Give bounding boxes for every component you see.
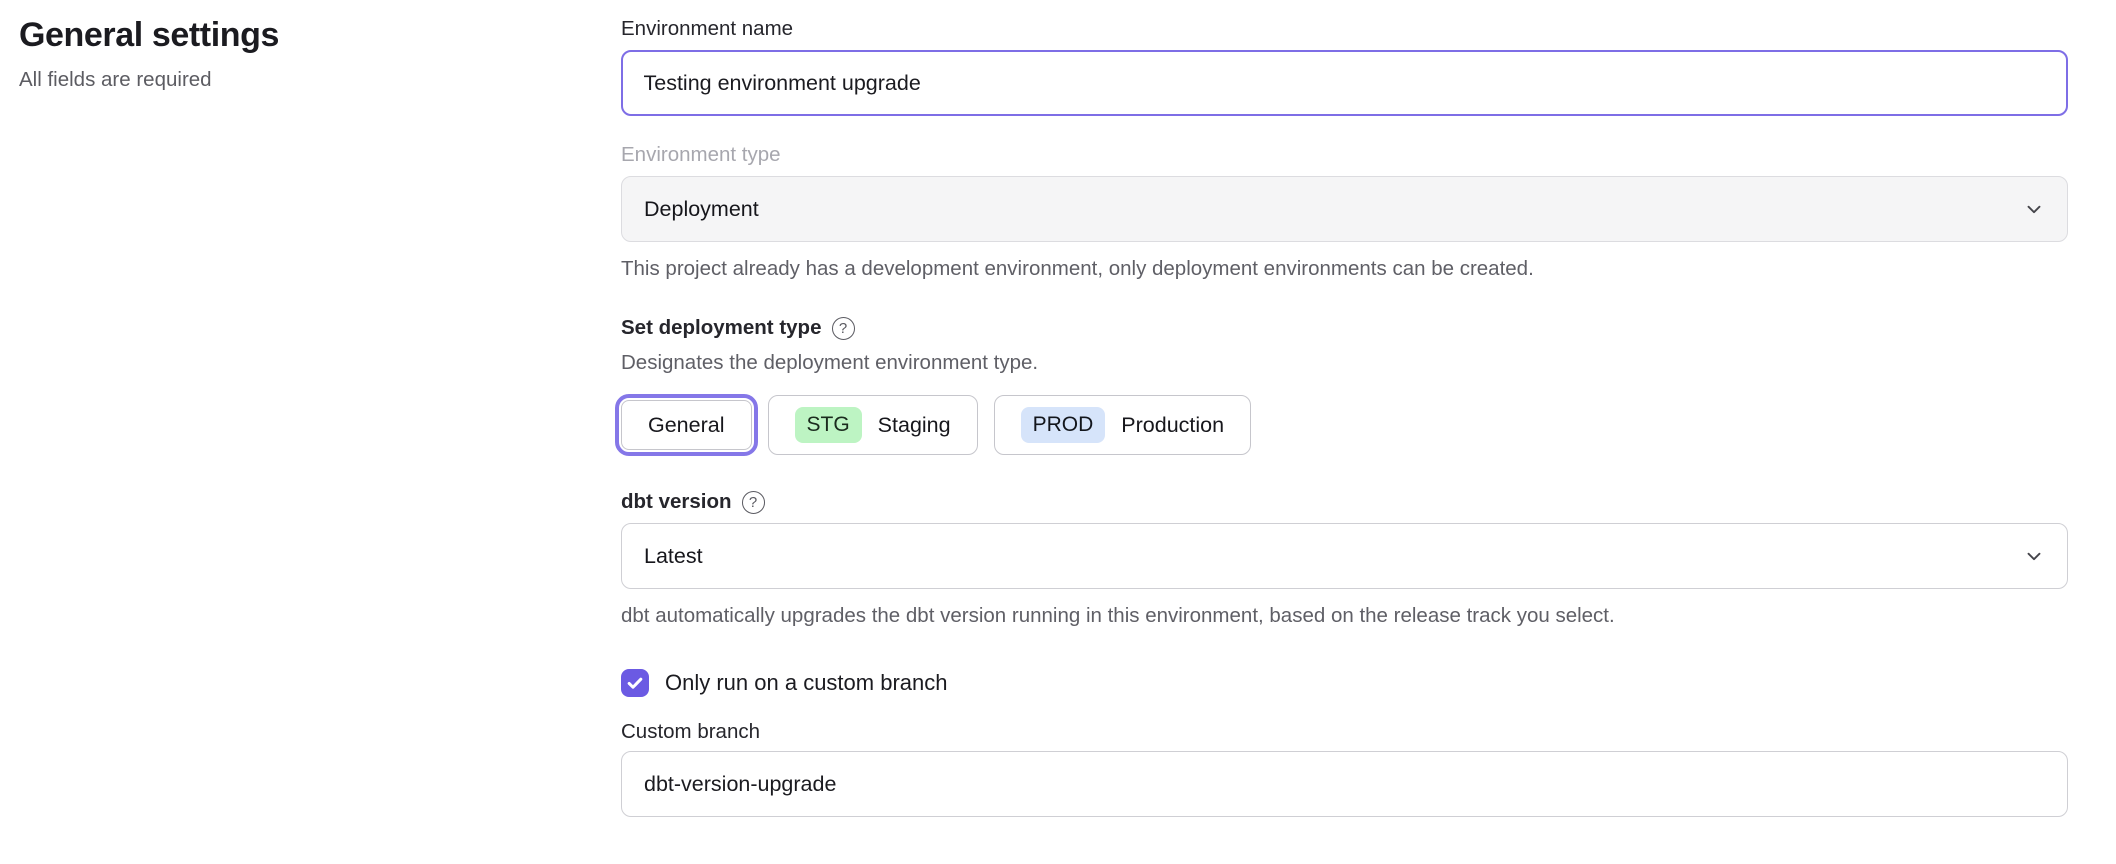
checkmark-icon <box>625 673 645 693</box>
custom-branch-input[interactable] <box>621 751 2068 817</box>
page: General settings All fields are required… <box>0 0 2116 817</box>
environment-name-label: Environment name <box>621 16 2068 42</box>
environment-name-group: Environment name <box>621 16 2068 116</box>
deployment-type-option-general[interactable]: General <box>621 400 752 450</box>
staging-badge: STG <box>795 407 862 443</box>
dbt-version-group: dbt version ? Latest dbt automatically u… <box>621 489 2068 629</box>
custom-branch-toggle-label[interactable]: Only run on a custom branch <box>665 670 947 696</box>
dbt-version-label: dbt version <box>621 489 732 515</box>
deployment-type-helper: Designates the deployment environment ty… <box>621 349 2068 376</box>
help-icon[interactable]: ? <box>832 317 855 340</box>
deployment-type-option-production[interactable]: PROD Production <box>994 395 1251 455</box>
settings-header: General settings All fields are required <box>0 0 621 817</box>
environment-type-helper: This project already has a development e… <box>621 255 2068 282</box>
environment-type-select: Deployment <box>621 176 2068 242</box>
custom-branch-label: Custom branch <box>621 719 2068 745</box>
dbt-version-select[interactable]: Latest <box>621 523 2068 589</box>
environment-type-value: Deployment <box>644 197 759 222</box>
page-title: General settings <box>19 16 621 55</box>
environment-type-label: Environment type <box>621 142 2068 168</box>
deployment-type-option-staging-label: Staging <box>878 413 951 438</box>
deployment-type-options: General STG Staging PROD Production <box>621 392 2068 458</box>
environment-name-input[interactable] <box>621 50 2068 116</box>
dbt-version-value: Latest <box>644 544 703 569</box>
deployment-type-label: Set deployment type <box>621 315 822 341</box>
deployment-type-option-production-label: Production <box>1121 413 1224 438</box>
page-subtitle: All fields are required <box>19 68 621 92</box>
production-badge: PROD <box>1021 407 1106 443</box>
custom-branch-toggle-row: Only run on a custom branch <box>621 669 2068 697</box>
chevron-down-icon <box>2023 198 2045 220</box>
custom-branch-checkbox[interactable] <box>621 669 649 697</box>
dbt-version-helper: dbt automatically upgrades the dbt versi… <box>621 602 2068 629</box>
help-icon[interactable]: ? <box>742 491 765 514</box>
deployment-type-option-staging[interactable]: STG Staging <box>768 395 978 455</box>
deployment-type-option-general-label: General <box>648 413 725 438</box>
chevron-down-icon <box>2023 545 2045 567</box>
environment-settings-form: Environment name Environment type Deploy… <box>621 0 2068 817</box>
environment-type-group: Environment type Deployment This project… <box>621 142 2068 282</box>
deployment-type-group: Set deployment type ? Designates the dep… <box>621 315 2068 458</box>
custom-branch-group: Custom branch <box>621 719 2068 817</box>
